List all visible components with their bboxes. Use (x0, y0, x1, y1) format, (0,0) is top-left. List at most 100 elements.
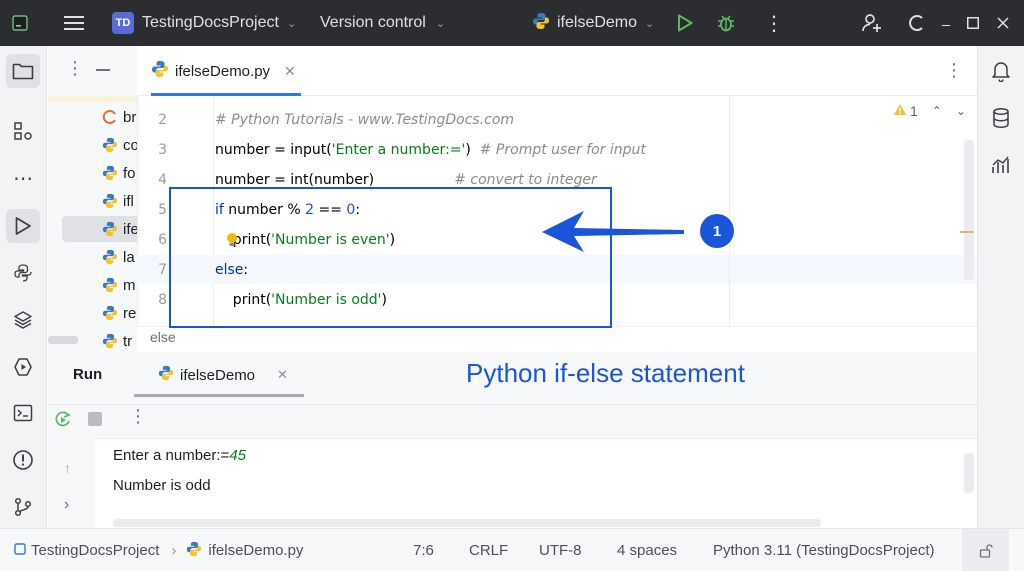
tree-item-label: tr (123, 332, 133, 350)
chevron-right-icon: › (171, 542, 177, 559)
status-line-separator[interactable]: CRLF (469, 529, 508, 571)
line-number: 8 (158, 292, 167, 308)
python-console-icon[interactable] (6, 256, 40, 290)
next-highlight-icon[interactable]: ⌄ (956, 104, 966, 118)
inspection-widget[interactable]: 1 ⌃ ⌄ (893, 103, 966, 119)
tree-item-label: br (123, 108, 137, 126)
run-config-label: ifelseDemo (557, 14, 638, 31)
scroll-up-icon[interactable]: ↑ (64, 460, 71, 476)
module-icon (14, 542, 26, 559)
console-output[interactable]: Enter a number:=45 Number is odd (95, 438, 977, 528)
python-file-icon (158, 365, 174, 386)
lock-icon[interactable] (962, 529, 1009, 571)
status-encoding[interactable]: UTF-8 (539, 529, 582, 571)
vcs-label: Version control (320, 14, 426, 31)
code-line[interactable]: 2 # Python Tutorials - www.TestingDocs.co… (137, 105, 977, 135)
editor-tab[interactable]: ifelseDemo.py ✕ (151, 46, 296, 96)
project-tool-icon[interactable] (6, 54, 40, 88)
line-number: 3 (158, 142, 167, 158)
editor-tab-bar: ifelseDemo.py ✕ ⋮ (137, 46, 977, 96)
python-file-icon (102, 165, 118, 181)
tree-item[interactable]: ife (62, 216, 137, 242)
options-icon[interactable]: ⋮ (66, 58, 84, 79)
project-badge: TD (112, 12, 134, 34)
python-file-icon (102, 137, 118, 153)
run-tool-icon[interactable] (6, 209, 40, 243)
status-caret-position[interactable]: 7:6 (413, 529, 434, 571)
tree-item-label: ifl (123, 192, 134, 210)
tree-item[interactable]: la (48, 244, 137, 270)
problems-icon[interactable] (6, 443, 40, 477)
add-user-icon[interactable] (861, 0, 883, 46)
terminal-icon[interactable] (6, 396, 40, 430)
more-tools-icon[interactable]: ⋯ (6, 161, 40, 195)
tree-item[interactable]: co (48, 132, 137, 158)
project-name: TestingDocsProject (142, 14, 279, 31)
expand-icon[interactable]: › (64, 496, 69, 514)
status-project[interactable]: TestingDocsProject (31, 542, 159, 559)
python-file-icon (186, 541, 202, 561)
status-interpreter[interactable]: Python 3.11 (TestingDocsProject) (713, 529, 935, 571)
console-line-prompt: Enter a number:=45 (113, 447, 246, 464)
database-icon[interactable] (984, 101, 1018, 135)
run-tab[interactable]: ifelseDemo ✕ (158, 360, 288, 390)
title-bar: TD TestingDocsProject ⌄ Version control … (0, 0, 1024, 46)
notifications-icon[interactable] (984, 54, 1018, 88)
main-menu-icon[interactable] (64, 0, 84, 46)
minimize-icon[interactable] (942, 0, 950, 46)
sciview-icon[interactable] (984, 148, 1018, 182)
debug-icon[interactable] (716, 0, 736, 46)
line-number: 6 (158, 232, 167, 248)
run-toolbar-divider (48, 404, 977, 405)
ai-assistant-icon[interactable] (907, 0, 925, 46)
status-file[interactable]: ifelseDemo.py (208, 542, 303, 559)
close-icon[interactable] (997, 0, 1009, 46)
app-logo-icon[interactable] (12, 0, 28, 46)
run-config-selector[interactable]: ifelseDemo ⌄ (532, 0, 654, 46)
console-horizontal-scrollbar[interactable] (113, 519, 821, 527)
run-options-icon[interactable]: ⋮ (129, 406, 147, 427)
vertical-scrollbar[interactable] (964, 140, 974, 280)
rerun-icon[interactable] (54, 410, 72, 433)
hide-panel-icon[interactable] (96, 69, 110, 71)
console-vertical-scrollbar[interactable] (964, 453, 974, 493)
vcs-menu[interactable]: Version control ⌄ (320, 0, 445, 46)
right-margin-guide (729, 96, 730, 326)
python-file-icon (102, 221, 118, 237)
run-icon[interactable] (677, 0, 693, 46)
right-tool-strip (977, 46, 1024, 528)
status-indent[interactable]: 4 spaces (617, 529, 677, 571)
warning-icon (893, 103, 907, 119)
tree-item[interactable]: ifl (48, 188, 137, 214)
chevron-down-icon: ⌄ (645, 17, 655, 30)
tree-item[interactable]: br (48, 104, 137, 130)
tree-item[interactable]: re (48, 300, 137, 326)
previous-highlight-icon[interactable]: ⌃ (932, 104, 942, 118)
horizontal-scrollbar[interactable] (48, 336, 78, 344)
close-tab-icon[interactable]: ✕ (277, 367, 288, 383)
tab-options-icon[interactable]: ⋮ (945, 60, 963, 81)
code-token: # convert to integer (454, 172, 597, 188)
maximize-icon[interactable] (967, 0, 979, 46)
tree-row-highlight (48, 96, 137, 102)
services-icon[interactable] (6, 350, 40, 384)
structure-tool-icon[interactable] (6, 114, 40, 148)
code-token: number = (215, 142, 291, 158)
git-icon[interactable] (6, 490, 40, 524)
tree-item-label: co (123, 136, 137, 154)
line-number: 2 (158, 112, 167, 128)
close-tab-icon[interactable]: ✕ (284, 63, 296, 80)
code-line[interactable]: 3 number = input('Enter a number:=') # Pr… (137, 135, 977, 165)
more-actions-icon[interactable]: ⋮ (764, 0, 784, 46)
project-selector[interactable]: TD TestingDocsProject ⌄ (112, 0, 296, 46)
layers-icon[interactable] (6, 303, 40, 337)
breadcrumb-else[interactable]: else (150, 329, 176, 345)
tree-item[interactable]: m (48, 272, 137, 298)
project-panel: ⋮ br co fo ifl ife la m re tr (48, 46, 137, 352)
code-text: number = input('Enter a number:=') # Pro… (215, 142, 646, 158)
left-tool-strip: ⋯ (0, 46, 47, 528)
code-token: # Prompt user for input (479, 142, 646, 158)
stop-icon[interactable] (88, 412, 102, 426)
jupyter-icon (102, 109, 118, 125)
tree-item[interactable]: fo (48, 160, 137, 186)
